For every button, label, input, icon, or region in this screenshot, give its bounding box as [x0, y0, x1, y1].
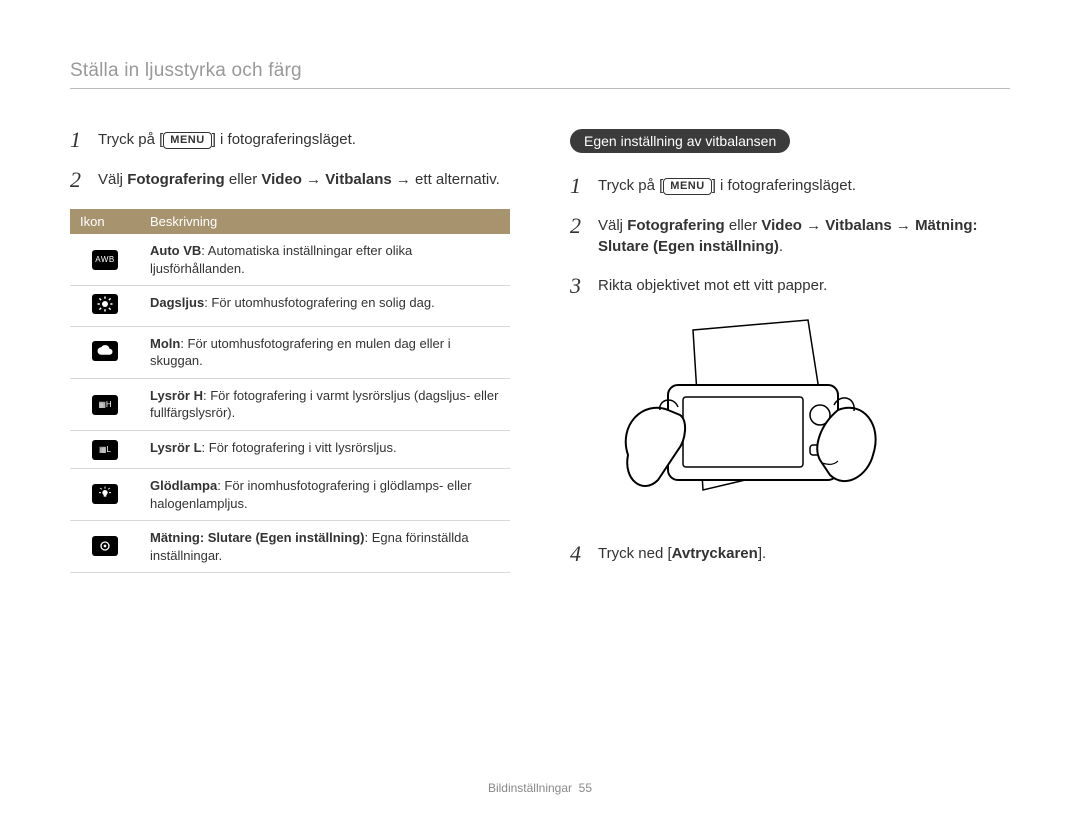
footer-section: Bildinställningar	[488, 781, 572, 795]
text: .	[779, 238, 783, 255]
step-number: 2	[70, 169, 88, 191]
page-footer: Bildinställningar 55	[0, 781, 1080, 795]
th-desc: Beskrivning	[140, 209, 510, 234]
left-step-1: 1 Tryck på [MENU] i fotograferingsläget.	[70, 129, 510, 151]
right-step-1: 1 Tryck på [MENU] i fotograferingsläget.	[570, 175, 1010, 197]
table-row: Glödlampa: För inomhusfotografering i gl…	[70, 469, 510, 521]
step-number: 3	[570, 275, 588, 297]
right-column: Egen inställning av vitbalansen 1 Tryck …	[570, 129, 1010, 583]
text: →	[892, 217, 915, 234]
text: Tryck på [	[598, 177, 663, 194]
awb-icon: AWB	[92, 250, 118, 270]
text: Välj	[98, 171, 127, 188]
right-step-4: 4 Tryck ned [Avtryckaren].	[570, 543, 1010, 565]
row-desc: : För fotografering i vitt lysrörsljus.	[202, 440, 397, 455]
camera-illustration	[598, 315, 1010, 525]
step-number: 1	[570, 175, 588, 197]
subheading-lozenge: Egen inställning av vitbalansen	[570, 129, 790, 153]
fluorescent-l-icon: ▦L	[92, 440, 118, 460]
text: eller	[225, 171, 262, 188]
row-label: Lysrör H	[150, 388, 203, 403]
left-column: 1 Tryck på [MENU] i fotograferingsläget.…	[70, 129, 510, 583]
right-step-2: 2 Välj Fotografering eller Video → Vitba…	[570, 215, 1010, 257]
table-row: ▦L Lysrör L: För fotografering i vitt ly…	[70, 430, 510, 468]
footer-page: 55	[579, 781, 592, 795]
text: →	[302, 171, 325, 188]
row-label: Moln	[150, 336, 180, 351]
step-number: 4	[570, 543, 588, 565]
cloud-icon	[92, 341, 118, 361]
text: ].	[758, 545, 766, 562]
text: Tryck ned [	[598, 545, 672, 562]
menu-chip: MENU	[163, 132, 211, 149]
right-step-3: 3 Rikta objektivet mot ett vitt papper.	[570, 275, 1010, 297]
row-desc: : För utomhusfotografering en solig dag.	[204, 295, 435, 310]
text-bold: Video	[761, 217, 802, 234]
th-icon: Ikon	[70, 209, 140, 234]
text: ] i fotograferingsläget.	[212, 131, 356, 148]
text: Välj	[598, 217, 627, 234]
row-label: Glödlampa	[150, 478, 217, 493]
text: → ett alternativ.	[392, 171, 500, 188]
step-number: 1	[70, 129, 88, 151]
row-label: Lysrör L	[150, 440, 202, 455]
white-balance-table: Ikon Beskrivning AWB Auto VB: Automatisk…	[70, 209, 510, 573]
text-bold: Vitbalans	[325, 171, 391, 188]
table-row: ▦H Lysrör H: För fotografering i varmt l…	[70, 378, 510, 430]
step-number: 2	[570, 215, 588, 257]
fluorescent-h-icon: ▦H	[92, 395, 118, 415]
text-bold: Fotografering	[627, 217, 725, 234]
table-row: AWB Auto VB: Automatiska inställningar e…	[70, 234, 510, 286]
text-bold: Fotografering	[127, 171, 225, 188]
text: Tryck på [	[98, 131, 163, 148]
row-label: Auto VB	[150, 243, 201, 258]
table-row: Mätning: Slutare (Egen inställning): Egn…	[70, 521, 510, 573]
row-label: Dagsljus	[150, 295, 204, 310]
row-desc: : För fotografering i varmt lysrörsljus …	[150, 388, 498, 421]
table-row: Moln: För utomhusfotografering en mulen …	[70, 326, 510, 378]
text: eller	[725, 217, 762, 234]
section-title: Ställa in ljusstyrka och färg	[70, 60, 1010, 89]
row-desc: : För utomhusfotografering en mulen dag …	[150, 336, 451, 369]
measure-icon	[92, 536, 118, 556]
text-bold: Vitbalans	[825, 217, 891, 234]
text: →	[802, 217, 825, 234]
menu-chip: MENU	[663, 178, 711, 195]
text: Rikta objektivet mot ett vitt papper.	[598, 275, 1010, 297]
left-step-2: 2 Välj Fotografering eller Video → Vitba…	[70, 169, 510, 191]
table-row: Dagsljus: För utomhusfotografering en so…	[70, 286, 510, 327]
text: ] i fotograferingsläget.	[712, 177, 856, 194]
sun-icon	[92, 294, 118, 314]
text-bold: Avtryckaren	[672, 545, 758, 562]
text-bold: Video	[261, 171, 302, 188]
bulb-icon	[92, 484, 118, 504]
row-label: Mätning: Slutare (Egen inställning)	[150, 530, 365, 545]
